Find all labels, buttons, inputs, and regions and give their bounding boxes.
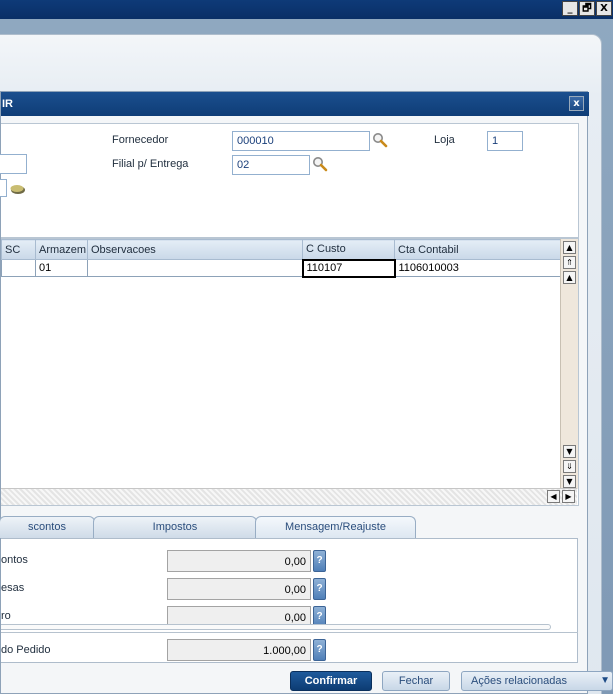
divider [1, 624, 551, 630]
window-close-button[interactable]: X [596, 1, 612, 16]
fornecedor-label: Fornecedor [112, 134, 169, 146]
minimize-button[interactable]: _ [562, 1, 578, 16]
cell-observacoes[interactable] [87, 259, 303, 277]
tab-mensagem-reajuste[interactable]: Mensagem/Reajuste [255, 516, 416, 538]
table-header-row: SC Armazem Observacoes C Custo Cta Conta… [1, 239, 562, 260]
col-header-observacoes[interactable]: Observacoes [87, 239, 303, 260]
scroll-up-icon[interactable]: ▲ [563, 271, 576, 284]
window-titlebar: _ 🗗 X [0, 0, 613, 19]
col-header-sc[interactable]: SC [1, 239, 36, 260]
left-partial-field[interactable] [0, 154, 27, 174]
total-seguro-label: ro [1, 610, 11, 622]
total-despesas-value: 0,00 [167, 578, 311, 600]
totals-panel: ontos 0,00 ? esas 0,00 ? ro 0,00 ? do Pe… [1, 538, 578, 663]
window-controls: _ 🗗 X [562, 1, 612, 16]
dialog-close-button[interactable]: x [569, 96, 584, 111]
cell-cta-contabil[interactable]: 1106010003 [394, 259, 562, 277]
scroll-bottom-icon[interactable]: ▼ [563, 475, 576, 488]
col-header-armazem[interactable]: Armazem [35, 239, 88, 260]
cell-sc[interactable] [1, 259, 36, 277]
loja-label: Loja [434, 134, 455, 146]
col-header-cta-contabil[interactable]: Cta Contabil [394, 239, 562, 260]
related-actions-button[interactable]: Ações relacionadas ▼ [461, 671, 613, 691]
scroll-right-icon[interactable]: ▶ [562, 490, 575, 503]
total-descontos-value: 0,00 [167, 550, 311, 572]
total-pedido-value: 1.000,00 [167, 639, 311, 661]
restore-button[interactable]: 🗗 [579, 1, 595, 16]
related-actions-label: Ações relacionadas [471, 675, 568, 687]
scroll-left-icon[interactable]: ◀ [547, 490, 560, 503]
dialog-title: IR [2, 98, 13, 110]
scroll-page-up-icon[interactable]: ⇑ [563, 256, 576, 269]
purchase-order-dialog: IR x Fornecedor Loja Filial p/ Entrega S [0, 91, 589, 694]
header-form: Fornecedor Loja Filial p/ Entrega [0, 123, 579, 238]
eraser-icon[interactable] [9, 181, 25, 197]
filial-label: Filial p/ Entrega [112, 158, 189, 170]
cell-c-custo[interactable]: 110107 [301, 258, 396, 278]
scroll-page-down-icon[interactable]: ⇓ [563, 460, 576, 473]
total-descontos-label: ontos [1, 554, 28, 566]
help-button[interactable]: ? [313, 578, 326, 600]
table-row[interactable]: 01 110107 1106010003 [1, 258, 562, 278]
divider [1, 632, 578, 633]
tab-impostos[interactable]: Impostos [93, 516, 257, 538]
search-icon[interactable] [312, 156, 328, 172]
confirm-button[interactable]: Confirmar [290, 671, 372, 691]
chevron-down-icon: ▼ [600, 675, 610, 686]
items-table: SC Armazem Observacoes C Custo Cta Conta… [1, 239, 562, 278]
items-grid: SC Armazem Observacoes C Custo Cta Conta… [1, 238, 579, 506]
filial-field[interactable] [232, 155, 310, 175]
cell-armazem[interactable]: 01 [35, 259, 88, 277]
search-icon[interactable] [372, 132, 388, 148]
help-button[interactable]: ? [313, 550, 326, 572]
total-pedido-label: do Pedido [1, 644, 51, 656]
fornecedor-field[interactable] [232, 131, 370, 151]
close-button[interactable]: Fechar [382, 671, 450, 691]
left-partial-field-2[interactable] [0, 179, 7, 197]
help-button[interactable]: ? [313, 639, 326, 661]
tab-descontos[interactable]: scontos [0, 516, 95, 538]
horizontal-scrollbar[interactable]: ◀ ▶ [1, 488, 577, 505]
scroll-top-icon[interactable]: ▲ [563, 241, 576, 254]
loja-field[interactable] [487, 131, 523, 151]
vertical-scrollbar[interactable]: ▲ ⇑ ▲ ▼ ⇓ ▼ [560, 239, 578, 489]
scroll-down-icon[interactable]: ▼ [563, 445, 576, 458]
dialog-header: IR x [1, 92, 589, 116]
total-despesas-label: esas [1, 582, 25, 594]
folder-tabs: scontos Impostos Mensagem/Reajuste [0, 516, 416, 538]
col-header-c-custo[interactable]: C Custo [302, 239, 395, 260]
